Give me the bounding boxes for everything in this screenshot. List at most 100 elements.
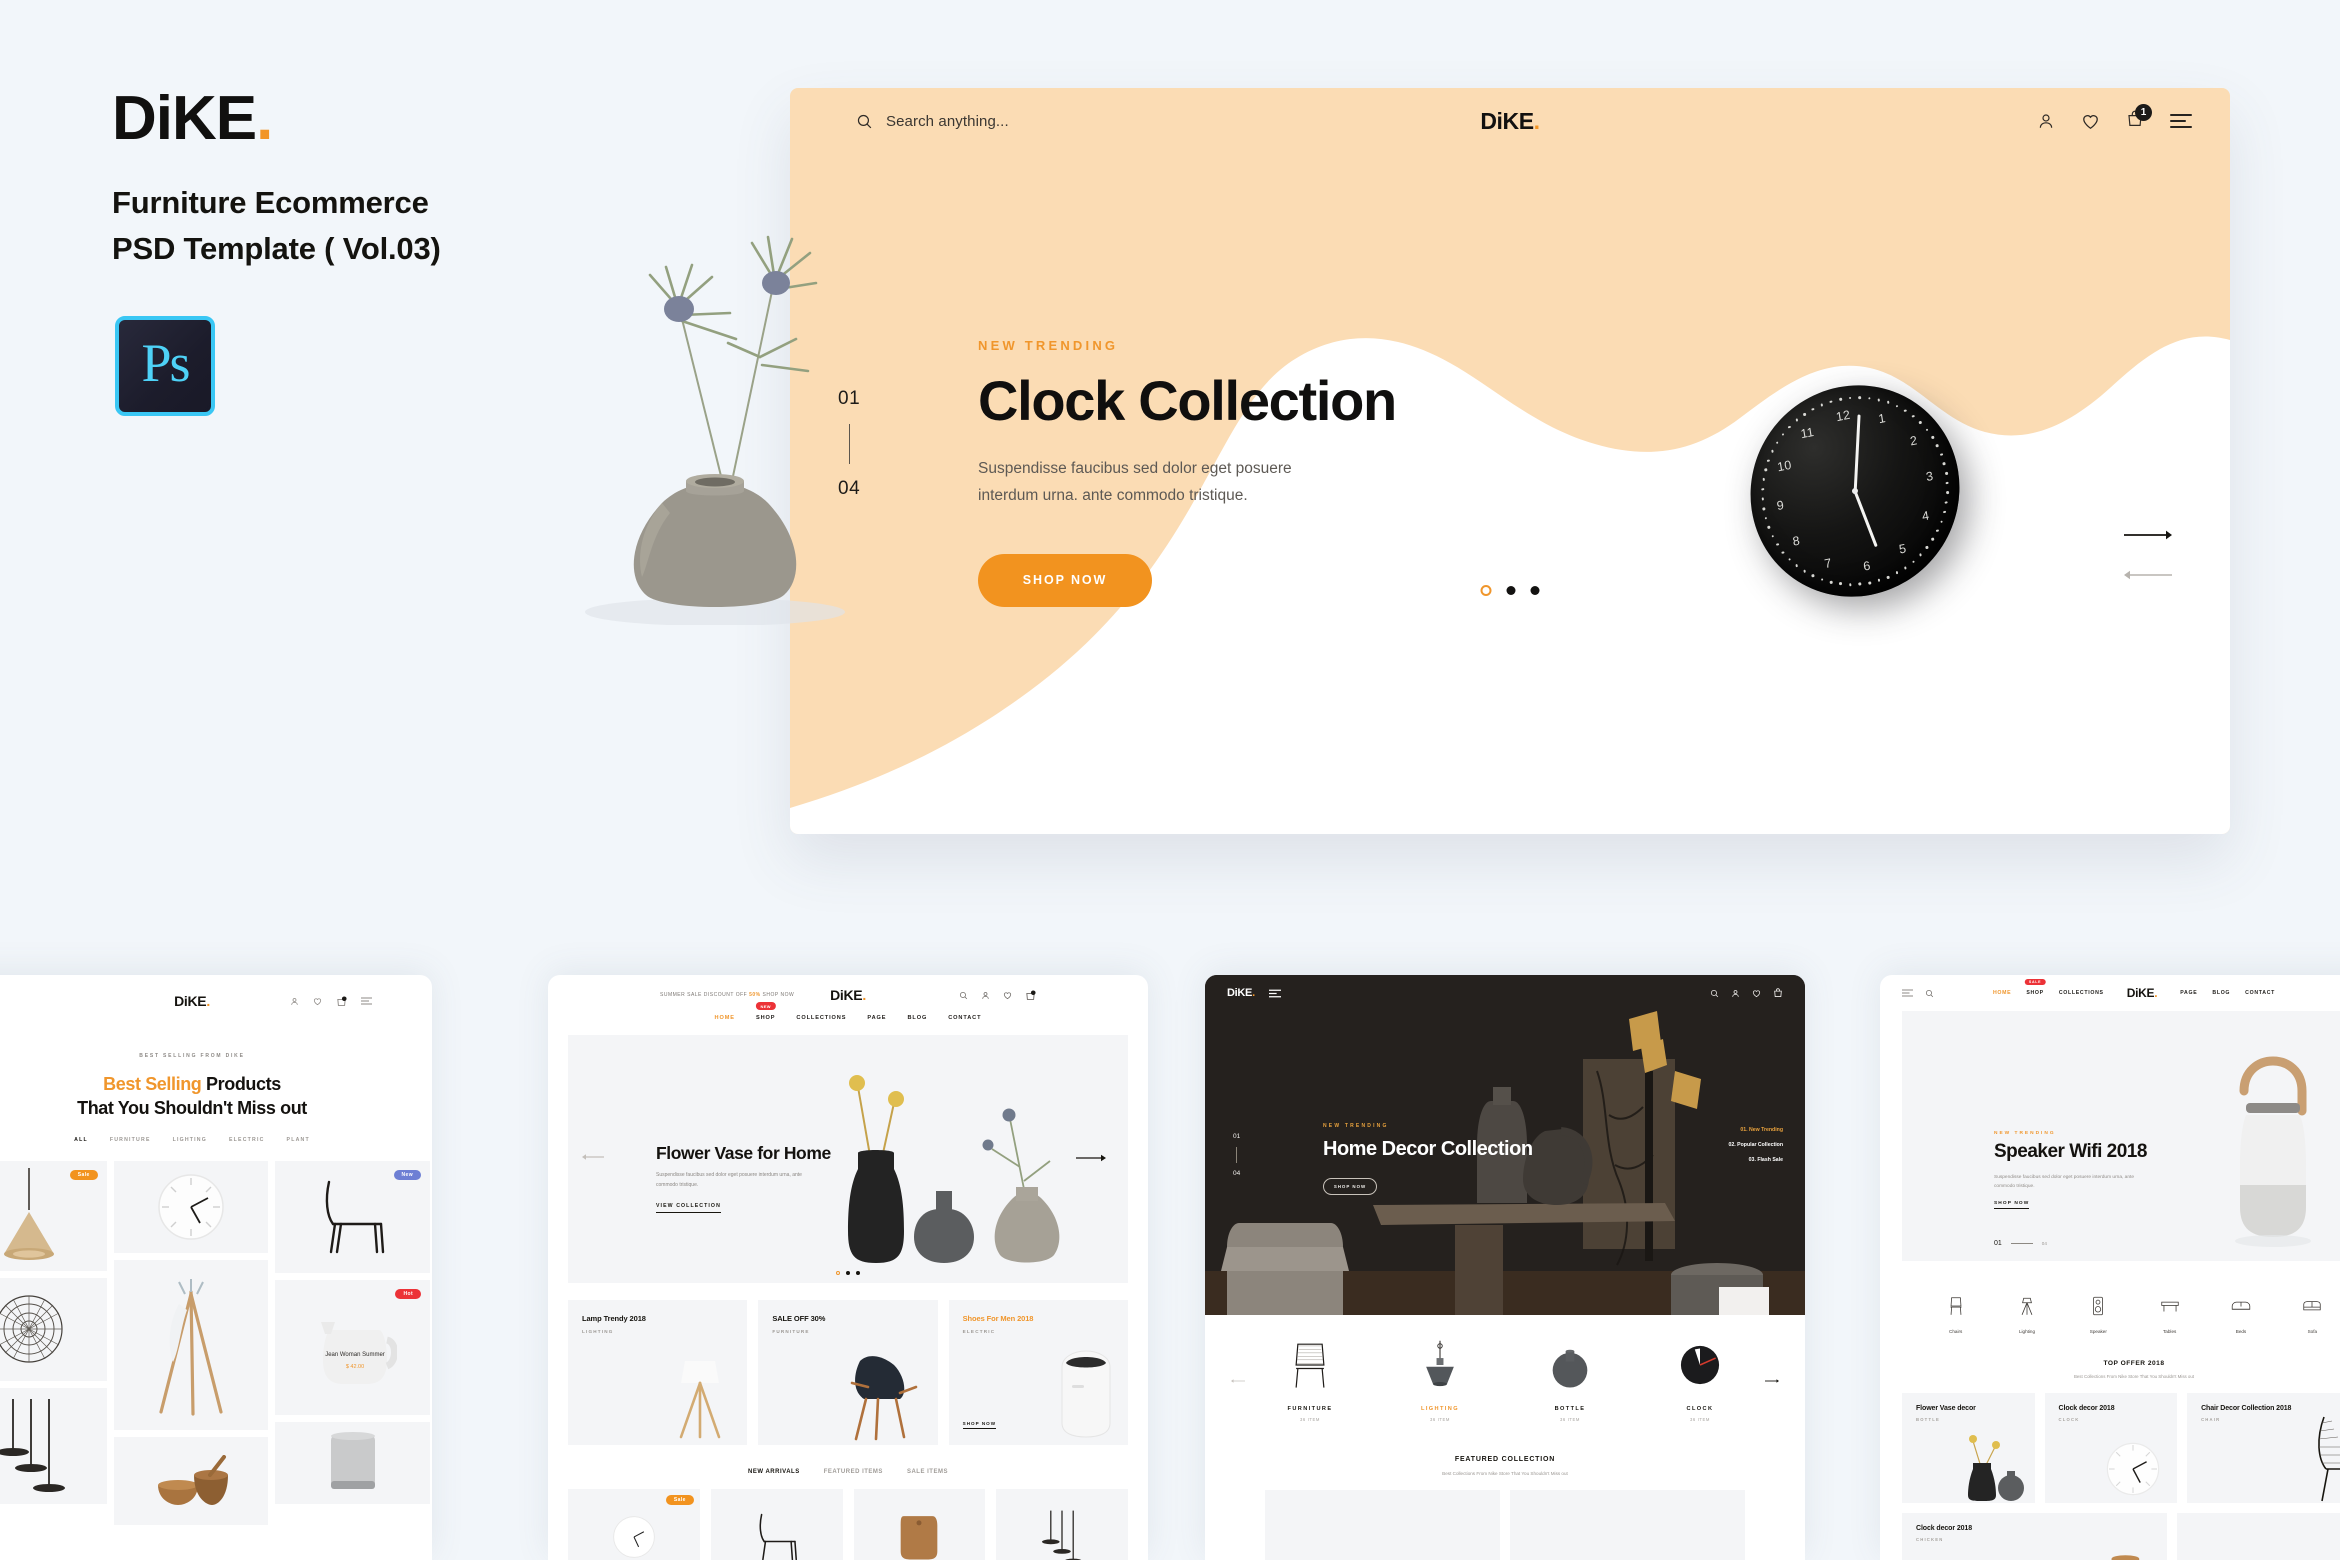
heart-icon[interactable] bbox=[1003, 991, 1012, 1000]
hero-dot-3[interactable] bbox=[1530, 586, 1540, 595]
featured-card[interactable] bbox=[1510, 1490, 1745, 1560]
t2-view-collection-link[interactable]: VIEW COLLECTION bbox=[656, 1203, 721, 1213]
shopping-bag-icon[interactable] bbox=[1773, 988, 1783, 998]
offer-card[interactable] bbox=[2177, 1513, 2340, 1560]
t3-eyebrow: NEW TRENDING bbox=[1323, 1123, 1389, 1129]
product-card[interactable]: Sale bbox=[568, 1489, 700, 1560]
t2-nav-home[interactable]: HOME bbox=[715, 1015, 735, 1021]
t4-nav-page[interactable]: PAGE bbox=[2180, 990, 2197, 996]
t2-dot-2[interactable] bbox=[846, 1271, 850, 1275]
hero-logo[interactable]: DiKE. bbox=[1480, 108, 1540, 135]
product-card[interactable]: New bbox=[275, 1160, 431, 1273]
t2-tab-new-arrivals[interactable]: NEW ARRIVALS bbox=[748, 1469, 800, 1475]
category-icon-item[interactable]: Beds bbox=[2205, 1295, 2276, 1334]
shopping-bag-icon[interactable] bbox=[336, 995, 347, 1007]
prev-slide-arrow[interactable] bbox=[2124, 568, 2172, 582]
t4-nav-shop[interactable]: SHOP bbox=[2026, 990, 2044, 996]
t2-dot-1[interactable] bbox=[836, 1271, 840, 1275]
t2-next-arrow-icon[interactable] bbox=[1076, 1153, 1106, 1163]
hamburger-menu-icon[interactable] bbox=[361, 997, 372, 1005]
user-icon[interactable] bbox=[290, 997, 299, 1006]
t2-tab-sale-items[interactable]: SALE ITEMS bbox=[907, 1469, 948, 1475]
t4-nav-contact[interactable]: CONTACT bbox=[2245, 990, 2275, 996]
t4-nav-collections[interactable]: COLLECTIONS bbox=[2059, 990, 2104, 996]
category-prev-arrow-icon[interactable] bbox=[1231, 1377, 1245, 1385]
t2-nav-collections[interactable]: COLLECTIONS bbox=[796, 1015, 846, 1021]
shopping-bag-icon[interactable] bbox=[1025, 989, 1036, 1001]
promo-card[interactable]: SALE OFF 30% FURNITURE bbox=[758, 1300, 938, 1445]
category-icon-item[interactable]: Lighting bbox=[1991, 1295, 2062, 1334]
promo-card[interactable]: Lamp Trendy 2018 LIGHTING bbox=[568, 1300, 748, 1445]
product-card[interactable] bbox=[113, 1259, 269, 1430]
category-item[interactable]: CLOCK 36 ITEM bbox=[1635, 1339, 1765, 1422]
shop-now-button[interactable]: SHOP NOW bbox=[978, 553, 1152, 607]
product-card[interactable] bbox=[0, 1387, 107, 1504]
t2-nav-blog[interactable]: BLOG bbox=[907, 1015, 927, 1021]
preview-speaker-wifi[interactable]: HOME SALE SHOP COLLECTIONS DiKE. PAGE BLO… bbox=[1880, 975, 2340, 1560]
t1-tab-plant[interactable]: PLANT bbox=[287, 1137, 310, 1143]
category-next-arrow-icon[interactable] bbox=[1765, 1377, 1779, 1385]
featured-card[interactable] bbox=[1265, 1490, 1500, 1560]
user-icon[interactable] bbox=[2037, 112, 2055, 130]
preview-best-selling[interactable]: DiKE. BEST SELLING FROM DIKE Best Sellin… bbox=[0, 975, 432, 1560]
t4-nav-home[interactable]: HOME bbox=[1993, 990, 2011, 996]
promo-card[interactable]: Shoes For Men 2018 ELECTRIC SHOP NOW bbox=[948, 1300, 1128, 1445]
product-card[interactable] bbox=[113, 1160, 269, 1253]
preview-home-decor[interactable]: DiKE. 01 04 NEW TRENDING Home Decor Coll… bbox=[1205, 975, 1805, 1560]
t1-tab-all[interactable]: ALL bbox=[74, 1137, 88, 1143]
heart-icon[interactable] bbox=[313, 997, 322, 1006]
category-icon-item[interactable]: Sofa bbox=[2277, 1295, 2340, 1334]
hamburger-menu-icon[interactable] bbox=[2170, 114, 2192, 128]
product-card[interactable] bbox=[275, 1421, 431, 1504]
next-slide-arrow[interactable] bbox=[2124, 528, 2172, 542]
offer-card[interactable]: Flower Vase decor BOTTLE bbox=[1902, 1393, 2035, 1503]
promo-card-cta[interactable]: SHOP NOW bbox=[962, 1421, 997, 1429]
offer-card[interactable]: Clock decor 2018 CHICKEN bbox=[1902, 1513, 2168, 1560]
t3-shop-now-button[interactable]: SHOP NOW bbox=[1323, 1178, 1377, 1195]
t2-nav-page[interactable]: PAGE bbox=[867, 1015, 886, 1021]
category-icon-item[interactable]: Tables bbox=[2134, 1295, 2205, 1334]
category-item[interactable]: LIGHTING 36 ITEM bbox=[1375, 1339, 1505, 1422]
product-card[interactable] bbox=[996, 1489, 1128, 1560]
category-icon-item[interactable]: Chairs bbox=[1920, 1295, 1991, 1334]
product-card[interactable] bbox=[710, 1489, 843, 1560]
t3-slide-item-3[interactable]: 03. Flash Sale bbox=[1729, 1157, 1783, 1163]
category-icon-item[interactable]: Speaker bbox=[2063, 1295, 2134, 1334]
t3-slide-item-2[interactable]: 02. Popular Collection bbox=[1729, 1142, 1783, 1148]
hero-dot-1[interactable] bbox=[1480, 585, 1492, 596]
preview-flower-vase[interactable]: SUMMER SALE DISCOUNT OFF 50% SHOP NOW Di… bbox=[548, 975, 1148, 1560]
t1-tab-electric[interactable]: ELECTRIC bbox=[229, 1137, 265, 1143]
cart-control[interactable]: 1 bbox=[2126, 103, 2152, 133]
offer-card[interactable]: Chair Decor Collection 2018 CHAIR bbox=[2187, 1393, 2340, 1503]
offer-card[interactable]: Clock decor 2018 CLOCK bbox=[2044, 1393, 2178, 1503]
product-card[interactable] bbox=[853, 1489, 986, 1560]
search-icon[interactable] bbox=[1925, 989, 1934, 998]
user-icon[interactable] bbox=[1731, 989, 1740, 998]
category-item[interactable]: BOTTLE 36 ITEM bbox=[1505, 1339, 1635, 1422]
t2-tab-featured-items[interactable]: FEATURED ITEMS bbox=[824, 1469, 883, 1475]
search-input[interactable]: Search anything... bbox=[886, 113, 1009, 130]
t2-dot-3[interactable] bbox=[856, 1271, 860, 1275]
heart-icon[interactable] bbox=[1752, 989, 1761, 998]
hamburger-menu-icon[interactable] bbox=[1268, 989, 1281, 998]
hamburger-menu-icon[interactable] bbox=[1902, 989, 1913, 997]
product-card[interactable]: Sale bbox=[0, 1160, 107, 1271]
t1-tab-lighting[interactable]: LIGHTING bbox=[173, 1137, 207, 1143]
product-card[interactable]: Hot Jean Woman Summer $ 42.00 bbox=[275, 1279, 431, 1415]
t3-slide-item-1[interactable]: 01. New Trending bbox=[1729, 1127, 1783, 1133]
category-item[interactable]: FURNITURE 36 ITEM bbox=[1245, 1339, 1375, 1422]
product-card[interactable] bbox=[113, 1436, 269, 1525]
product-card[interactable] bbox=[0, 1277, 107, 1381]
search-icon[interactable] bbox=[1710, 989, 1719, 998]
t2-prev-arrow-icon[interactable] bbox=[582, 1153, 604, 1161]
t4-shop-now-link[interactable]: SHOP NOW bbox=[1994, 1201, 2030, 1209]
heart-icon[interactable] bbox=[2081, 112, 2100, 131]
user-icon[interactable] bbox=[981, 991, 990, 1000]
t1-tab-furniture[interactable]: FURNITURE bbox=[110, 1137, 151, 1143]
t2-nav-contact[interactable]: CONTACT bbox=[948, 1015, 981, 1021]
t2-nav-shop[interactable]: SHOP bbox=[756, 1015, 775, 1021]
t4-nav-blog[interactable]: BLOG bbox=[2212, 990, 2230, 996]
t4-logo[interactable]: DiKE. bbox=[2127, 986, 2158, 1000]
hero-dot-2[interactable] bbox=[1506, 586, 1516, 595]
search-icon[interactable] bbox=[959, 991, 968, 1000]
